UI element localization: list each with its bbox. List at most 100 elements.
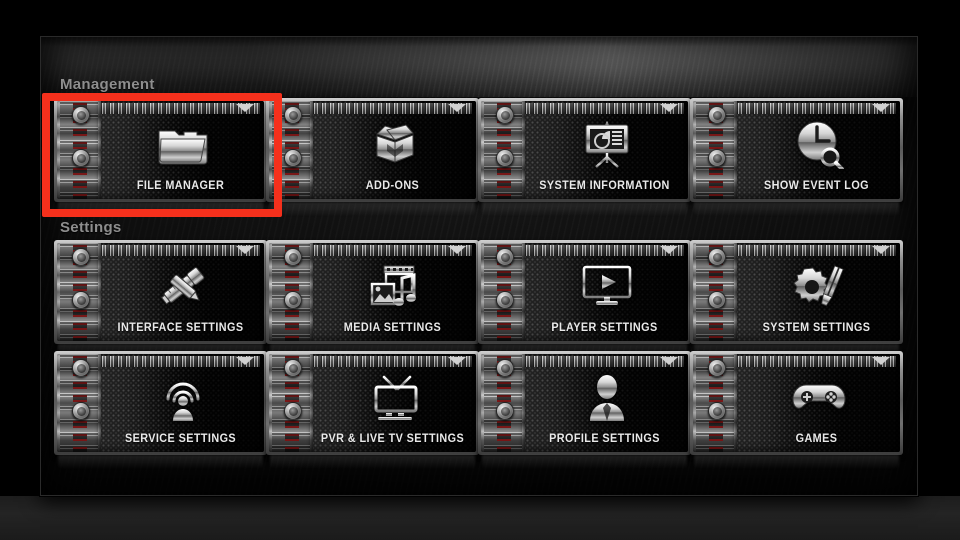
tile-grid: FILE MANAGER ADD-ONS SYSTEM INFORMATION …: [0, 0, 960, 540]
tile-face: GAMES: [693, 354, 900, 452]
paintbrush-ruler-icon: [101, 255, 264, 317]
tile-face: FILE MANAGER: [57, 101, 264, 199]
tile-left-rail: [693, 243, 737, 341]
tile-face: PVR & LIVE TV SETTINGS: [269, 354, 476, 452]
tile-top-decor-strip: [313, 245, 472, 256]
bolt-icon: [496, 402, 514, 420]
tile-add-ons[interactable]: ADD-ONS: [266, 98, 479, 216]
tile-reflection: [482, 455, 687, 469]
bolt-icon: [708, 149, 726, 167]
tile-face: INTERFACE SETTINGS: [57, 243, 264, 341]
tile-reflection: [58, 202, 263, 216]
bolt-icon: [708, 291, 726, 309]
bolt-icon: [284, 248, 302, 266]
tile-left-rail: [269, 354, 313, 452]
tile-games[interactable]: GAMES: [690, 351, 903, 469]
tile-label: SHOW EVENT LOG: [763, 180, 870, 192]
tile-top-decor-strip: [313, 103, 472, 114]
tile-bezel: SHOW EVENT LOG: [690, 98, 903, 202]
bolt-icon: [496, 291, 514, 309]
bolt-icon: [708, 106, 726, 124]
tile-top-decor-strip: [737, 356, 896, 367]
tile-media-settings[interactable]: MEDIA SETTINGS: [266, 240, 479, 358]
tile-top-decor-strip: [737, 103, 896, 114]
tile-bezel: SYSTEM SETTINGS: [690, 240, 903, 344]
tile-label: ADD-ONS: [365, 180, 420, 192]
bolt-icon: [284, 402, 302, 420]
tile-system-information[interactable]: SYSTEM INFORMATION: [478, 98, 691, 216]
bolt-icon: [284, 106, 302, 124]
bolt-icon: [72, 248, 90, 266]
tile-face: SERVICE SETTINGS: [57, 354, 264, 452]
tile-show-event-log[interactable]: SHOW EVENT LOG: [690, 98, 903, 216]
tile-left-rail: [481, 101, 525, 199]
tile-reflection: [270, 202, 475, 216]
tile-reflection: [482, 202, 687, 216]
monitor-play-icon: [525, 255, 688, 317]
tile-top-decor-strip: [101, 245, 260, 256]
bolt-icon: [72, 106, 90, 124]
tile-interface-settings[interactable]: INTERFACE SETTINGS: [54, 240, 267, 358]
tile-label: GAMES: [795, 433, 838, 445]
tile-player-settings[interactable]: PLAYER SETTINGS: [478, 240, 691, 358]
tile-left-rail: [693, 101, 737, 199]
tile-bezel: MEDIA SETTINGS: [266, 240, 479, 344]
bolt-icon: [496, 248, 514, 266]
tile-left-rail: [269, 243, 313, 341]
person-icon: [525, 366, 688, 428]
tile-bezel: PLAYER SETTINGS: [478, 240, 691, 344]
tile-label: SERVICE SETTINGS: [124, 433, 237, 445]
tile-bezel: SERVICE SETTINGS: [54, 351, 267, 455]
tile-label: SYSTEM SETTINGS: [762, 322, 871, 334]
open-box-icon: [313, 113, 476, 175]
tile-label: PLAYER SETTINGS: [551, 322, 658, 334]
tile-label: PVR & LIVE TV SETTINGS: [320, 433, 465, 445]
tile-left-rail: [269, 101, 313, 199]
tile-bezel: FILE MANAGER: [54, 98, 267, 202]
tile-label: SYSTEM INFORMATION: [539, 180, 670, 192]
tile-bezel: INTERFACE SETTINGS: [54, 240, 267, 344]
tile-left-rail: [481, 243, 525, 341]
broadcast-person-icon: [101, 366, 264, 428]
tile-file-manager[interactable]: FILE MANAGER: [54, 98, 267, 216]
tv-antenna-icon: [313, 366, 476, 428]
tile-top-decor-strip: [101, 103, 260, 114]
bolt-icon: [284, 359, 302, 377]
folder-icon: [101, 113, 264, 175]
tile-left-rail: [57, 101, 101, 199]
tile-left-rail: [481, 354, 525, 452]
tile-pvr-live-tv-settings[interactable]: PVR & LIVE TV SETTINGS: [266, 351, 479, 469]
presentation-chart-icon: [525, 113, 688, 175]
bolt-icon: [72, 359, 90, 377]
bolt-icon: [708, 248, 726, 266]
screen: Management Settings FILE MANAGER ADD-ONS…: [0, 0, 960, 540]
tile-reflection: [694, 455, 899, 469]
gamepad-icon: [737, 366, 900, 428]
tile-bezel: PVR & LIVE TV SETTINGS: [266, 351, 479, 455]
tile-bezel: SYSTEM INFORMATION: [478, 98, 691, 202]
bolt-icon: [284, 149, 302, 167]
tile-label: FILE MANAGER: [136, 180, 225, 192]
tile-system-settings[interactable]: SYSTEM SETTINGS: [690, 240, 903, 358]
tile-top-decor-strip: [525, 103, 684, 114]
tile-profile-settings[interactable]: PROFILE SETTINGS: [478, 351, 691, 469]
tile-left-rail: [57, 354, 101, 452]
tile-face: ADD-ONS: [269, 101, 476, 199]
bolt-icon: [708, 359, 726, 377]
bolt-icon: [496, 359, 514, 377]
tile-service-settings[interactable]: SERVICE SETTINGS: [54, 351, 267, 469]
bolt-icon: [496, 149, 514, 167]
bolt-icon: [496, 106, 514, 124]
tile-bezel: GAMES: [690, 351, 903, 455]
tile-face: MEDIA SETTINGS: [269, 243, 476, 341]
bolt-icon: [72, 149, 90, 167]
tile-top-decor-strip: [737, 245, 896, 256]
tile-label: PROFILE SETTINGS: [549, 433, 660, 445]
filmstrip-music-icon: [313, 255, 476, 317]
gear-tools-icon: [737, 255, 900, 317]
tile-face: PLAYER SETTINGS: [481, 243, 688, 341]
bolt-icon: [284, 291, 302, 309]
clock-search-icon: [737, 113, 900, 175]
tile-top-decor-strip: [525, 245, 684, 256]
tile-face: SYSTEM SETTINGS: [693, 243, 900, 341]
